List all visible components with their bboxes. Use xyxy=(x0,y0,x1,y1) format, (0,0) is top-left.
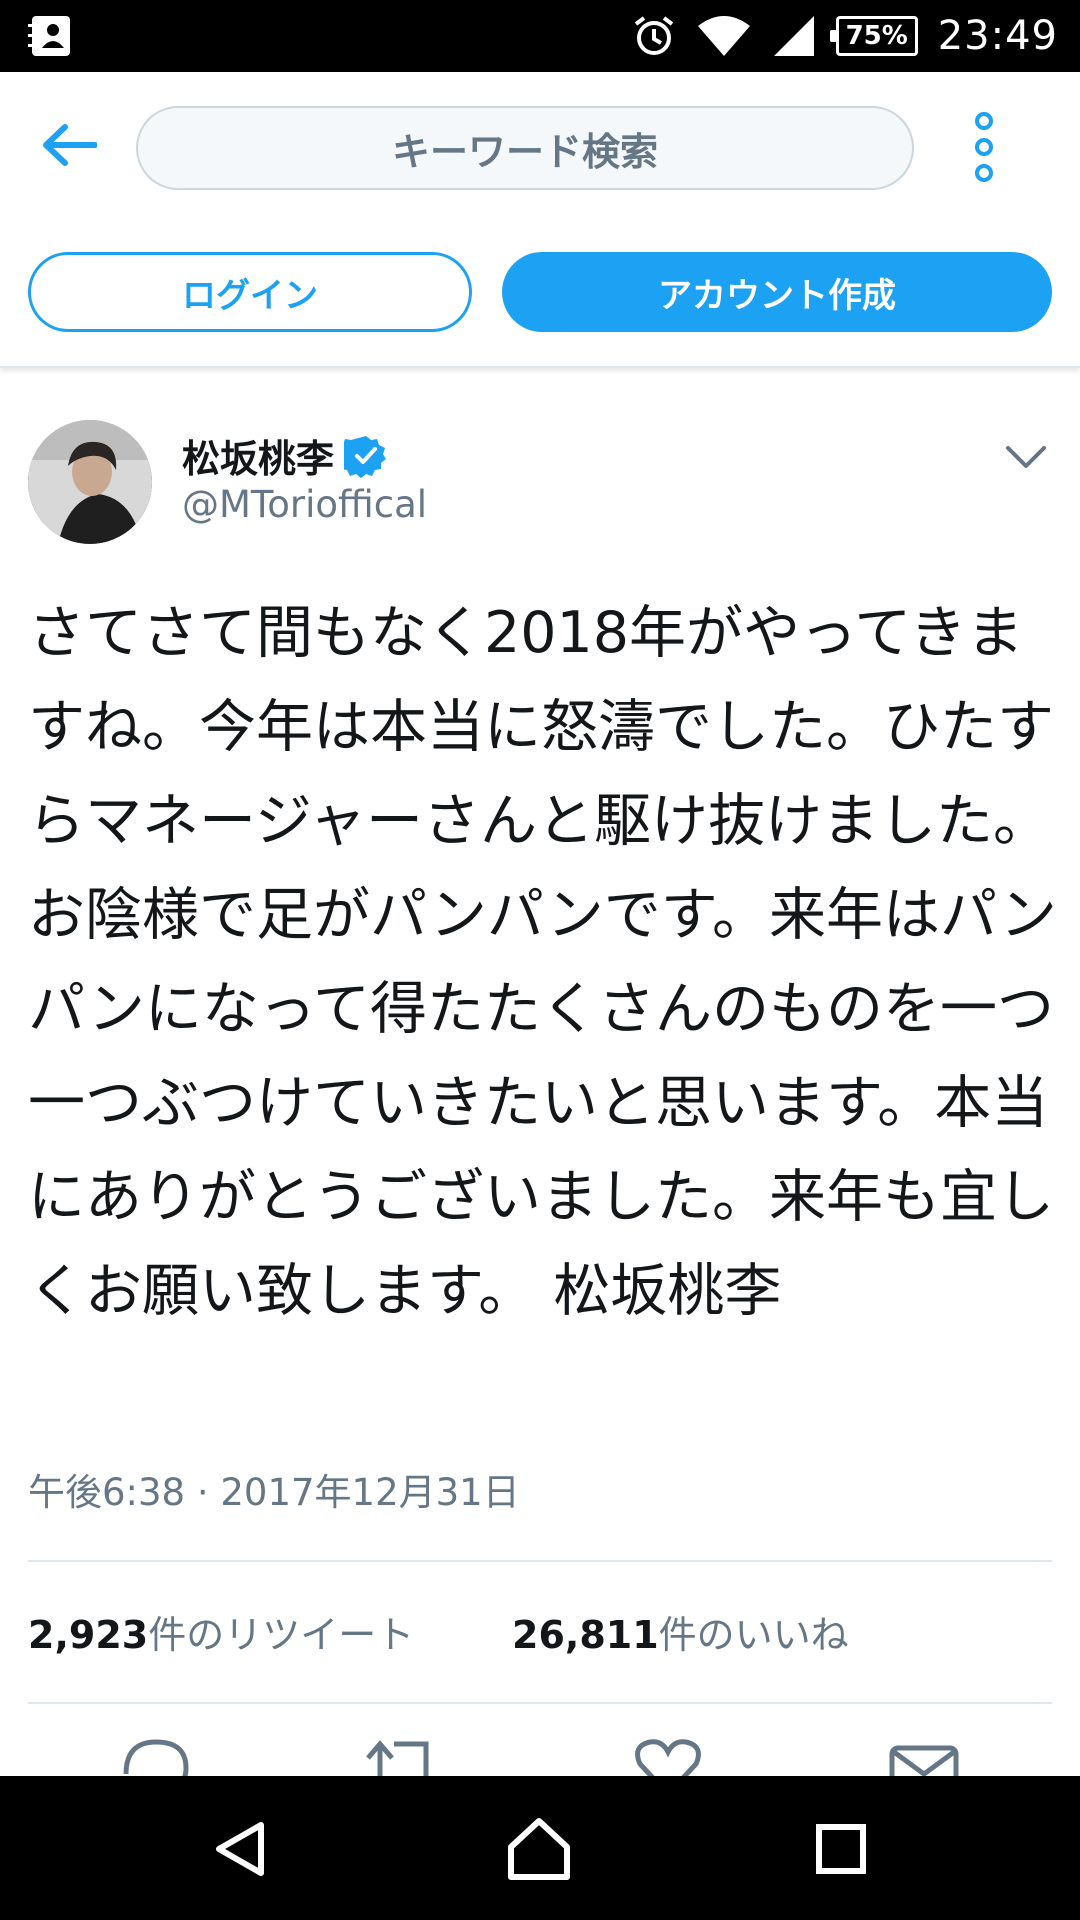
back-nav-icon xyxy=(216,1822,264,1876)
like-label: いいね xyxy=(734,1613,849,1657)
search-placeholder: キーワード検索 xyxy=(391,129,658,174)
arrow-left-icon xyxy=(43,124,97,166)
retweet-label: リツイート xyxy=(224,1613,415,1657)
top-header: キーワード検索 ログイン アカウント作成 xyxy=(0,72,1080,368)
display-name-text: 松坂桃李 xyxy=(182,437,335,481)
signup-label: アカウント作成 xyxy=(658,275,896,316)
battery-icon: 75% xyxy=(829,16,918,56)
status-bar: 75% 23:49 xyxy=(0,0,1080,72)
profile-photo-icon xyxy=(28,420,152,544)
battery-level: 75% xyxy=(845,21,908,51)
tweet-timestamp: 午後6:38 · 2017年12月31日 xyxy=(28,1471,520,1514)
back-button[interactable] xyxy=(36,112,102,178)
more-dot-icon xyxy=(975,112,993,130)
alarm-icon xyxy=(634,16,673,55)
tweet-stats: 2,923 件の リツイート 26,811 件の いいね xyxy=(28,1604,849,1657)
like-suffix: 件の xyxy=(658,1613,735,1657)
signal-icon xyxy=(773,16,814,56)
home-nav-button[interactable] xyxy=(494,1804,584,1894)
more-options-button[interactable] xyxy=(964,112,1004,216)
search-input[interactable]: キーワード検索 xyxy=(136,106,914,190)
display-name[interactable]: 松坂桃李 xyxy=(182,428,388,483)
login-button[interactable]: ログイン xyxy=(28,252,472,332)
retweet-count: 2,923 xyxy=(28,1613,149,1657)
recents-nav-icon xyxy=(816,1824,866,1874)
home-nav-icon xyxy=(508,1818,570,1880)
more-dot-icon xyxy=(975,138,993,156)
more-dot-icon xyxy=(975,164,993,182)
like-count: 26,811 xyxy=(512,1613,659,1657)
login-label: ログイン xyxy=(182,275,318,316)
clock: 23:49 xyxy=(937,13,1058,59)
retweet-suffix: 件の xyxy=(148,1613,225,1657)
chevron-down-icon[interactable] xyxy=(1000,436,1052,476)
divider xyxy=(28,1560,1052,1562)
avatar[interactable] xyxy=(28,420,152,544)
user-handle[interactable]: @MTorioffical xyxy=(182,483,427,526)
contacts-icon xyxy=(28,16,70,56)
system-nav-bar xyxy=(0,1776,1080,1920)
recents-nav-button[interactable] xyxy=(796,1804,886,1894)
retweet-count-link[interactable]: 2,923 件の リツイート xyxy=(28,1604,512,1657)
back-nav-button[interactable] xyxy=(196,1804,286,1894)
verified-badge-icon xyxy=(344,435,387,478)
signup-button[interactable]: アカウント作成 xyxy=(502,252,1052,332)
wifi-icon xyxy=(697,16,750,56)
like-count-link[interactable]: 26,811 件の いいね xyxy=(512,1604,849,1657)
divider xyxy=(28,1702,1052,1704)
tweet-text: さてさて間もなく2018年がやってきますね。今年は本当に怒濤でした。ひたすらマネ… xyxy=(28,600,1057,1324)
